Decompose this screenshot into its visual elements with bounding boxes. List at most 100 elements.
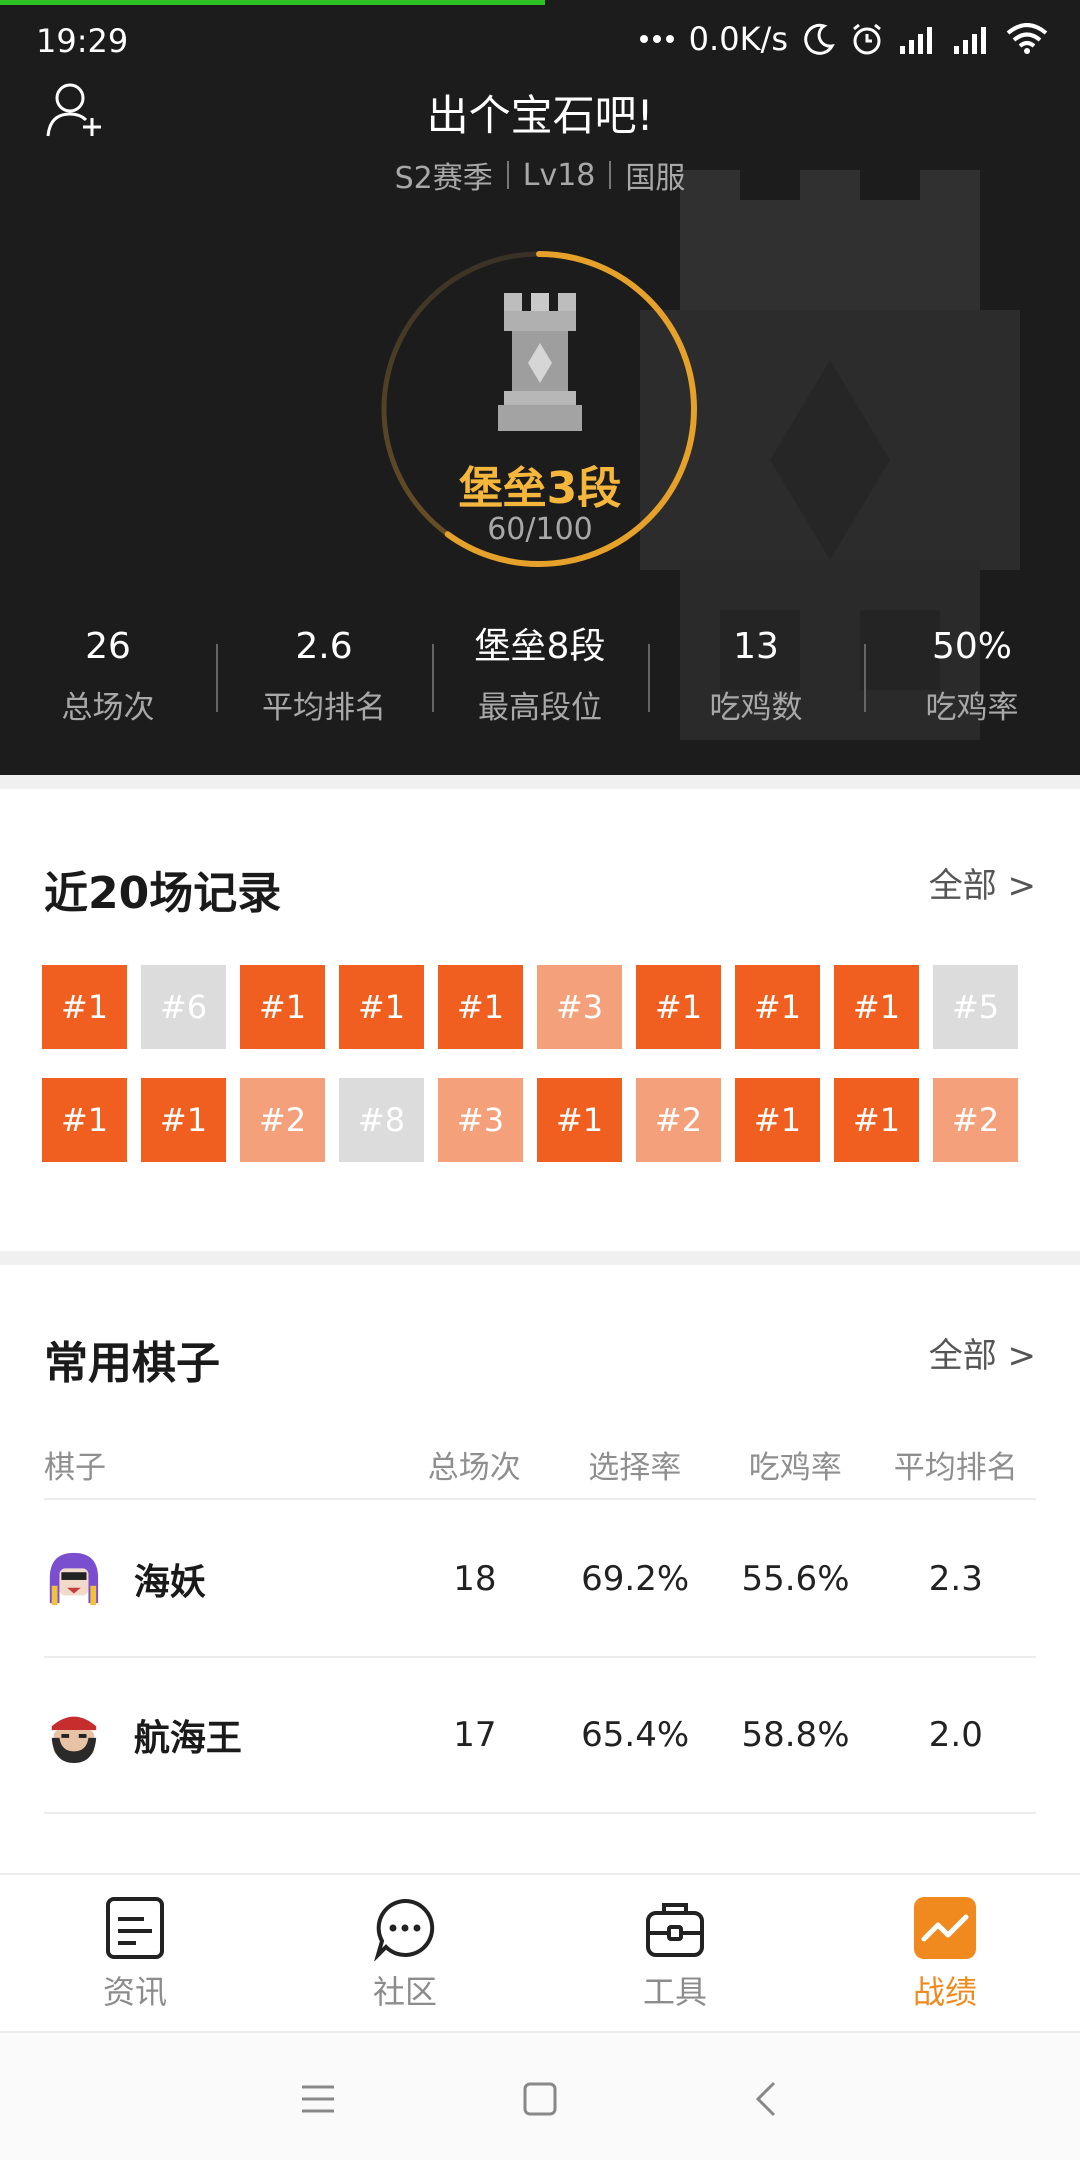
divider [506, 161, 509, 189]
stat-label: 最高段位 [478, 690, 602, 726]
loading-bar [0, 0, 545, 5]
signal-icon [954, 27, 986, 54]
record-tile[interactable]: #2 [240, 1078, 325, 1162]
more-dots-icon [639, 35, 674, 43]
server-label: 国服 [625, 161, 686, 196]
common-pieces-title: 常用棋子 [44, 1338, 220, 1389]
stat-value: 50% [931, 626, 1012, 667]
record-tile[interactable]: #1 [141, 1078, 226, 1162]
piece-pick-rate: 65.4% [581, 1715, 690, 1755]
stats-summary: 26 总场次 2.6 平均排名 堡垒8段 最高段位 13 吃鸡数 50% 吃鸡率 [0, 622, 1080, 742]
stats-icon [914, 1897, 976, 1959]
table-row[interactable]: 海妖 18 69.2% 55.6% 2.3 [44, 1502, 1036, 1658]
record-tile[interactable]: #1 [735, 1078, 820, 1162]
home-icon[interactable] [518, 2077, 562, 2121]
record-tile[interactable]: #5 [933, 965, 1018, 1049]
moon-icon [804, 23, 835, 55]
record-tile[interactable]: #2 [933, 1078, 1018, 1162]
current-rank: 堡垒3段 [458, 463, 622, 514]
chat-icon [374, 1898, 435, 1961]
status-bar: 19:29 0.0K/s [0, 8, 1080, 70]
column-header: 选择率 [588, 1449, 682, 1486]
siren-avatar [45, 1550, 102, 1608]
record-tile[interactable]: #1 [42, 1078, 127, 1162]
nav-tab-community[interactable]: 社区 [270, 1875, 540, 2031]
piece-win-rate: 55.6% [741, 1559, 850, 1599]
piece-pick-rate: 69.2% [581, 1559, 690, 1599]
system-navigation-bar [0, 2031, 1080, 2160]
fortress-rank-icon [498, 293, 582, 431]
profile-header: 19:29 0.0K/s 出个宝石吧! S2赛季 Lv18 国服 堡垒3段 60… [0, 0, 1080, 775]
level-label: Lv18 [522, 157, 596, 193]
nav-label: 工具 [642, 1973, 707, 2011]
column-header: 平均排名 [893, 1449, 1018, 1486]
piece-avg-rank: 2.3 [928, 1559, 983, 1599]
stat-value: 2.6 [295, 626, 353, 667]
back-icon[interactable] [746, 2077, 790, 2121]
record-tile[interactable]: #1 [735, 965, 820, 1049]
network-speed: 0.0K/s [688, 20, 788, 58]
pieces-all-link[interactable]: 全部 > [929, 1328, 1036, 1377]
stat-value: 13 [733, 626, 779, 667]
stat-wins: 13 吃鸡数 [648, 622, 864, 742]
record-tile[interactable]: #1 [537, 1078, 622, 1162]
status-time: 19:29 [36, 22, 129, 60]
record-tile[interactable]: #1 [438, 965, 523, 1049]
recent-records-title: 近20场记录 [44, 868, 282, 919]
record-tile[interactable]: #3 [537, 965, 622, 1049]
signal-icon [900, 27, 932, 54]
stat-highest-rank: 堡垒8段 最高段位 [432, 622, 648, 742]
record-tile[interactable]: #2 [636, 1078, 721, 1162]
nav-tab-stats[interactable]: 战绩 [810, 1875, 1080, 2031]
recent-records-grid: #1 #6 #1 #1 #1 #3 #1 #1 #1 #5 #1 #1 #2 #8 #3 #1 #2 #1 #1 #… [42, 965, 1042, 1191]
stat-label: 吃鸡率 [925, 690, 1019, 726]
nav-label: 资讯 [102, 1973, 167, 2011]
piece-name: 航海王 [133, 1718, 242, 1759]
records-row: #1 #1 #2 #8 #3 #1 #2 #1 #1 #2 [42, 1078, 1042, 1162]
nav-tab-news[interactable]: 资讯 [0, 1875, 270, 2031]
piece-name: 海妖 [133, 1562, 206, 1603]
divider [609, 161, 612, 189]
record-tile[interactable]: #1 [240, 965, 325, 1049]
stat-total-games: 26 总场次 [0, 622, 216, 742]
stat-label: 吃鸡数 [709, 690, 803, 726]
nav-label: 社区 [372, 1973, 437, 2011]
news-icon [106, 1897, 164, 1959]
column-header: 吃鸡率 [748, 1449, 842, 1486]
player-name: 出个宝石吧! [426, 91, 654, 140]
toolbox-icon [646, 1903, 704, 1957]
record-tile[interactable]: #3 [438, 1078, 523, 1162]
piece-win-rate: 58.8% [741, 1715, 850, 1755]
section-divider [0, 775, 1080, 789]
stat-label: 平均排名 [262, 690, 386, 726]
record-tile[interactable]: #1 [834, 965, 919, 1049]
pieces-table-header: 棋子 总场次 选择率 吃鸡率 平均排名 [44, 1430, 1036, 1500]
stat-label: 总场次 [61, 690, 155, 726]
section-divider [0, 1251, 1080, 1265]
season-label: S2赛季 [394, 161, 493, 196]
menu-icon[interactable] [296, 2077, 340, 2121]
wifi-icon [1006, 23, 1048, 54]
record-tile[interactable]: #8 [339, 1078, 424, 1162]
stat-average-rank: 2.6 平均排名 [216, 622, 432, 742]
nav-tab-tools[interactable]: 工具 [540, 1875, 810, 2031]
record-tile[interactable]: #1 [636, 965, 721, 1049]
column-header: 棋子 [44, 1449, 106, 1486]
record-tile[interactable]: #1 [339, 965, 424, 1049]
piece-games: 17 [453, 1715, 497, 1755]
column-header: 总场次 [427, 1449, 521, 1486]
player-meta: S2赛季 Lv18 国服 [0, 153, 1080, 197]
record-tile[interactable]: #6 [141, 965, 226, 1049]
stat-value: 26 [85, 626, 131, 667]
recent-all-link[interactable]: 全部 > [929, 858, 1036, 907]
record-tile[interactable]: #1 [42, 965, 127, 1049]
rank-progress-text: 60/100 [487, 512, 593, 547]
table-row[interactable]: 航海王 17 65.4% 58.8% 2.0 [44, 1658, 1036, 1814]
record-tile[interactable]: #1 [834, 1078, 919, 1162]
stat-value: 堡垒8段 [474, 626, 606, 667]
piece-avg-rank: 2.0 [928, 1715, 983, 1755]
bottom-navigation: 资讯 社区 工具 战绩 [0, 1873, 1080, 2031]
alarm-icon [853, 23, 881, 55]
stat-win-rate: 50% 吃鸡率 [864, 622, 1080, 742]
piece-games: 18 [453, 1559, 497, 1599]
